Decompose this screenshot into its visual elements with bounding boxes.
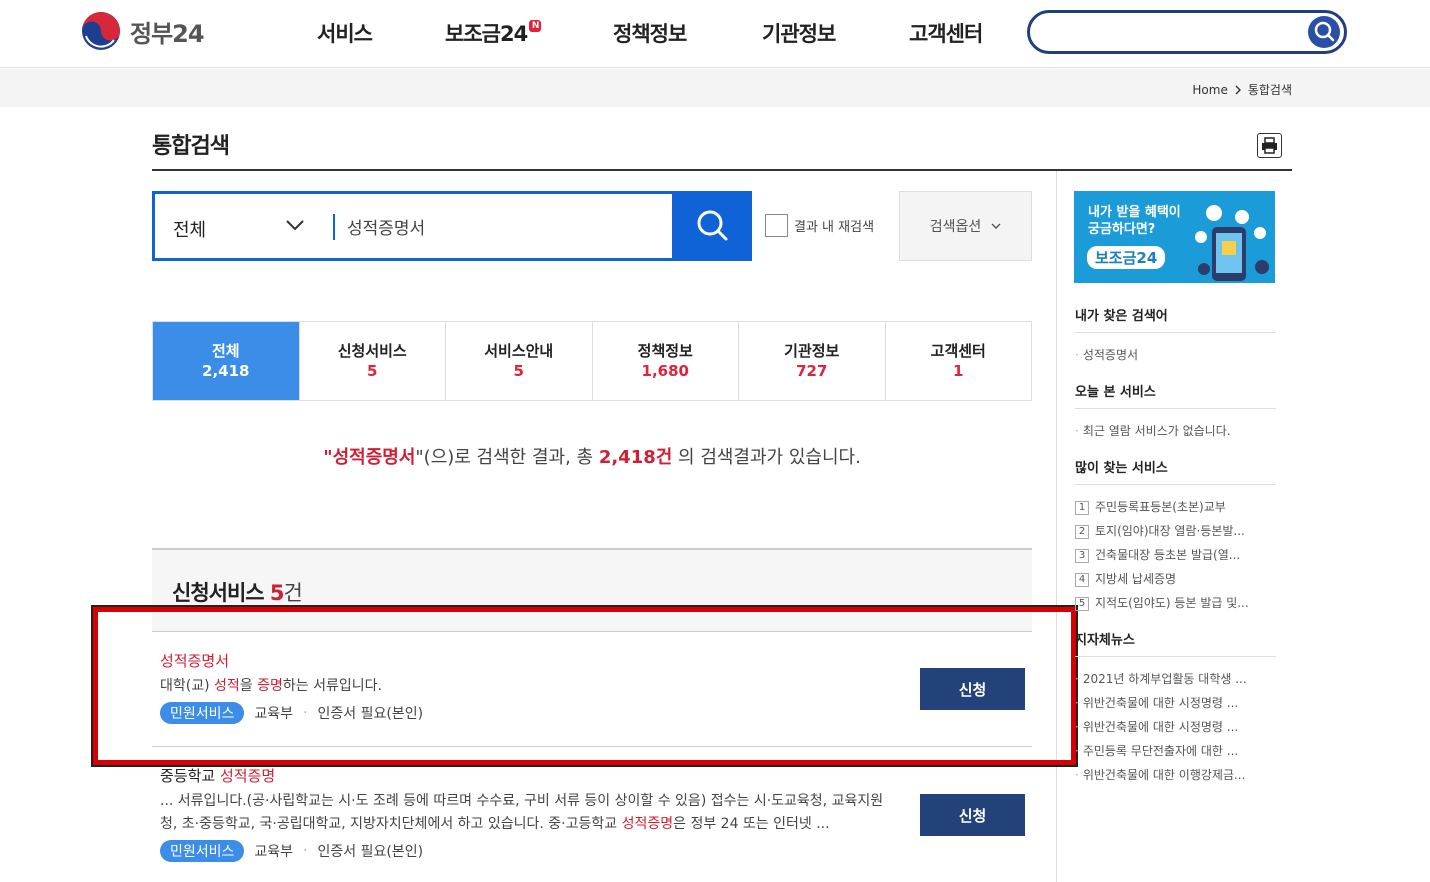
title-divider [152, 169, 1292, 171]
text-cursor [333, 214, 335, 240]
list-item[interactable]: · 위반건축물에 대한 시정명령 ... [1075, 715, 1276, 739]
tab-apply-services[interactable]: 신청서비스 5 [298, 322, 446, 400]
list-item[interactable]: · 위반건축물에 대한 시정명령 ... [1075, 691, 1276, 715]
search-options-button[interactable]: 검색옵션 [899, 191, 1032, 261]
tab-count: 1 [953, 362, 964, 380]
sidebar-heading: 내가 찾은 검색어 [1075, 305, 1276, 333]
tab-service-guide[interactable]: 서비스안내 5 [445, 322, 592, 400]
search-icon [697, 210, 728, 241]
print-button[interactable] [1257, 133, 1282, 158]
nav-agency-info[interactable]: 기관정보 [762, 18, 836, 48]
research-option[interactable]: 결과 내 재검색 [765, 214, 874, 237]
highlighted-keyword: 성적증명 [621, 816, 674, 832]
printer-icon [1262, 137, 1277, 154]
search-options-label: 검색옵션 [929, 219, 982, 235]
breadcrumb: Home 통합검색 [1192, 81, 1292, 98]
phone-illustration-icon [1195, 205, 1269, 281]
main-search-box: 전체 [152, 191, 752, 261]
tab-policy-info[interactable]: 정책정보 1,680 [591, 322, 739, 400]
my-search-terms: 내가 찾은 검색어 · 성적증명서 [1075, 305, 1276, 367]
nav-services[interactable]: 서비스 [317, 18, 373, 48]
local-government-news: 지자체뉴스 · 2021년 하계부업활동 대학생 ... · 위반건축물에 대한 시… [1075, 629, 1276, 787]
search-icon [1314, 21, 1335, 42]
header-search-button[interactable] [1308, 16, 1340, 48]
new-badge: N [529, 20, 542, 32]
site-logo[interactable]: 정부24 [80, 10, 205, 52]
tab-count: 727 [796, 362, 828, 380]
list-item[interactable]: 2 토지(임야)대장 열람·등본발... [1075, 519, 1276, 543]
result-item: 중등학교 성적증명 ... 서류입니다.(공·사립학교는 시·도 조례 등에 따… [160, 765, 900, 862]
breadcrumb-bar: Home 통합검색 [0, 69, 1430, 107]
nav-policy-info[interactable]: 정책정보 [613, 18, 687, 48]
result-summary: "성적증명서"(으)로 검색한 결과, 총 2,418건 의 검색결과가 있습니… [323, 447, 861, 468]
search-category-select[interactable]: 전체 [173, 216, 206, 242]
sidebar-heading: 지자체뉴스 [1075, 629, 1276, 657]
main-search-button[interactable] [672, 191, 752, 261]
section-count: 5 [269, 581, 285, 605]
result-cert: 인증서 필요(본인) [317, 844, 424, 860]
logo-text: 정부24 [130, 19, 205, 48]
highlight-annotation-frame [91, 605, 1078, 767]
popular-services: 많이 찾는 서비스 1 주민등록표등본(초본)교부 2 토지(임야)대장 열람·등본… [1075, 457, 1276, 615]
list-item[interactable]: · 성적증명서 [1075, 343, 1276, 367]
site-header: 정부24 서비스 보조금24 N 정책정보 기관정보 고객센터 [0, 0, 1430, 68]
tab-agency-info[interactable]: 기관정보 727 [738, 322, 885, 400]
result-org: 교육부 [254, 844, 294, 860]
tab-count: 1,680 [641, 362, 689, 380]
chevron-right-icon [1235, 85, 1241, 94]
summary-total: 2,418건 [598, 447, 673, 468]
banner-text: 내가 받을 혜택이 궁금하다면? [1088, 205, 1181, 237]
apply-button[interactable]: 신청 [920, 794, 1025, 836]
today-seen-services: 오늘 본 서비스 · 최근 열람 서비스가 없습니다. [1075, 381, 1276, 443]
summary-query: 성적증명서 [332, 447, 416, 468]
main-search-input[interactable] [347, 210, 667, 242]
list-item[interactable]: · 주민등록 무단전출자에 대한 ... [1075, 739, 1276, 763]
chevron-down-icon[interactable] [285, 218, 305, 232]
subsidy24-banner[interactable]: 내가 받을 혜택이 궁금하다면? 보조금24 [1074, 191, 1275, 283]
chevron-down-icon [991, 223, 1001, 229]
nav-customer-center[interactable]: 고객센터 [909, 18, 983, 48]
page-title: 통합검색 [152, 134, 230, 159]
header-search-input[interactable] [1046, 21, 1296, 43]
sidebar-heading: 많이 찾는 서비스 [1075, 457, 1276, 485]
tab-count: 5 [513, 362, 524, 380]
list-item[interactable]: 5 지적도(임야도) 등본 발급 및... [1075, 591, 1276, 615]
list-item[interactable]: 4 지방세 납세증명 [1075, 567, 1276, 591]
header-search [1027, 10, 1347, 54]
banner-brand: 보조금24 [1087, 246, 1166, 269]
result-title[interactable]: 중등학교 성적증명 [160, 765, 900, 786]
breadcrumb-home[interactable]: Home [1192, 83, 1227, 97]
tab-customer-center[interactable]: 고객센터 1 [884, 322, 1032, 400]
list-item[interactable]: · 2021년 하계부업활동 대학생 ... [1075, 667, 1276, 691]
research-checkbox[interactable] [765, 214, 788, 237]
tab-count: 5 [367, 362, 378, 380]
list-item[interactable]: 3 건축물대장 등초본 발급(열... [1075, 543, 1276, 567]
taegeuk-logo-icon [82, 12, 120, 50]
research-label: 결과 내 재검색 [794, 220, 875, 235]
tab-all[interactable]: 전체 2,418 [153, 322, 299, 400]
list-item[interactable]: · 위반건축물에 대한 이행강제금... [1075, 763, 1276, 787]
text-fragment: 은 정부 24 또는 인터넷 ... [673, 816, 830, 832]
sidebar-heading: 오늘 본 서비스 [1075, 381, 1276, 409]
nav-subsidy24[interactable]: 보조금24 N [445, 18, 542, 48]
sidebar-divider [1056, 171, 1057, 882]
separator: · [303, 843, 308, 859]
result-description: ... 서류입니다.(공·사립학교는 시·도 조례 등에 따르며 수수료, 구비… [160, 790, 900, 836]
tab-count: 2,418 [202, 362, 250, 380]
text-fragment: 중등학교 [160, 767, 220, 785]
category-chip: 민원서비스 [160, 840, 245, 862]
list-item: · 최근 열람 서비스가 없습니다. [1075, 424, 1231, 438]
result-category-tabs: 전체 2,418 신청서비스 5 서비스안내 5 정책정보 1,680 기관정보 727 … [152, 321, 1032, 401]
result-meta: 민원서비스 교육부 · 인증서 필요(본인) [160, 840, 900, 862]
list-item[interactable]: 1 주민등록표등본(초본)교부 [1075, 495, 1276, 519]
breadcrumb-current: 통합검색 [1247, 83, 1292, 97]
highlighted-keyword: 성적증명 [219, 767, 276, 785]
section-title: 신청서비스 5건 [172, 581, 303, 605]
